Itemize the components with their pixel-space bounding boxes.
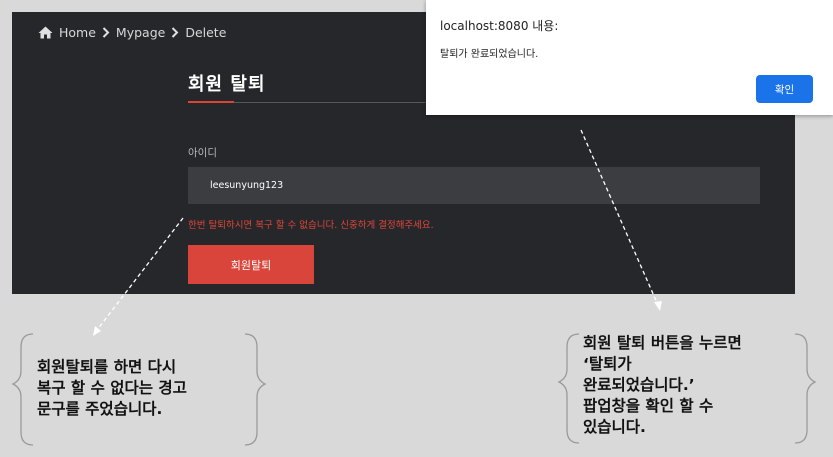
brace-icon	[557, 333, 580, 444]
arrow-head-left	[93, 326, 101, 336]
callout-line: 회원탈퇴를 하면 다시	[37, 358, 177, 376]
callout-left: 회원탈퇴를 하면 다시 복구 할 수 없다는 경고 문구를 주었습니다.	[37, 357, 187, 420]
brace-icon	[794, 333, 817, 444]
brace-icon	[244, 333, 267, 446]
callout-line: 팝업창을 확인 할 수	[583, 397, 714, 415]
pointer-line-right	[580, 129, 659, 306]
callout-right: 회원 탈퇴 버튼을 누르면 ‘탈퇴가 완료되었습니다.’ 팝업창을 확인 할 수…	[583, 333, 742, 438]
brace-icon	[11, 333, 34, 446]
callout-line: 회원 탈퇴 버튼을 누르면	[583, 334, 742, 352]
callout-line: 완료되었습니다.’	[583, 376, 695, 394]
callout-line: 문구를 주었습니다.	[37, 400, 163, 418]
callout-line: ‘탈퇴가	[583, 355, 632, 373]
arrow-head-right	[654, 301, 662, 311]
callout-line: 복구 할 수 없다는 경고	[37, 379, 187, 397]
callout-line: 있습니다.	[583, 418, 646, 436]
pointer-line-left	[96, 217, 184, 331]
